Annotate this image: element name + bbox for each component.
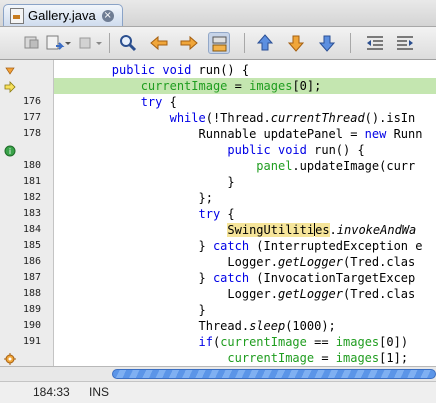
line-number: 191	[22, 336, 41, 347]
gutter-line[interactable]: 184	[0, 222, 53, 238]
code-line[interactable]: try {	[54, 206, 436, 222]
chevron-down-icon[interactable]	[63, 32, 73, 54]
code-line[interactable]: try {	[54, 94, 436, 110]
line-number: 178	[22, 128, 41, 139]
toolbar-separator	[109, 33, 110, 53]
last-edit-icon[interactable]	[22, 32, 44, 54]
shift-left-icon[interactable]	[364, 32, 386, 54]
code-line[interactable]: Runnable updatePanel = new Runn	[54, 126, 436, 142]
gutter-line[interactable]: 187	[0, 270, 53, 286]
current-line[interactable]: currentImage = images[0];	[54, 78, 436, 94]
code-area[interactable]: public void run() { currentImage = image…	[54, 60, 436, 366]
chevron-down-icon[interactable]	[94, 32, 104, 54]
gutter-line[interactable]: 188	[0, 286, 53, 302]
toggle-bookmark-icon[interactable]	[316, 32, 338, 54]
line-number: 183	[22, 208, 41, 219]
gutter-line[interactable]: 176	[0, 94, 53, 110]
svg-text:i: i	[9, 147, 11, 156]
code-line[interactable]: Logger.getLogger(Tred.clas	[54, 254, 436, 270]
code-editor[interactable]: 176 177 178 i 180 181 182 183 184 185 186 187 188 189…	[0, 60, 436, 366]
java-file-icon	[10, 7, 24, 24]
code-line[interactable]: } catch (InvocationTargetExcep	[54, 270, 436, 286]
find-selection-icon[interactable]	[117, 32, 139, 54]
find-next-icon[interactable]	[178, 32, 200, 54]
code-line[interactable]: SwingUtilities.invokeAndWa	[54, 222, 436, 238]
code-line[interactable]: Thread.sleep(1000);	[54, 318, 436, 334]
horizontal-scrollbar[interactable]	[0, 366, 436, 381]
code-line[interactable]: } catch (InterruptedException e	[54, 238, 436, 254]
line-number: 187	[22, 272, 41, 283]
caret-position: 184:33	[33, 385, 70, 399]
insert-mode: INS	[89, 385, 110, 399]
scrollbar-thumb[interactable]	[112, 369, 436, 379]
breakpoint-icon[interactable]	[4, 352, 16, 365]
gutter-line[interactable]: 181	[0, 174, 53, 190]
line-number: 185	[22, 240, 41, 251]
line-number: 182	[22, 192, 41, 203]
line-number: 180	[22, 160, 41, 171]
find-previous-icon[interactable]	[148, 32, 170, 54]
code-line[interactable]: }	[54, 174, 436, 190]
gutter-line[interactable]: 183	[0, 206, 53, 222]
code-line[interactable]: public void run() {	[54, 142, 436, 158]
line-number: 188	[22, 288, 41, 299]
line-number: 176	[22, 96, 41, 107]
gutter-line[interactable]: 189	[0, 302, 53, 318]
code-line[interactable]: Logger.getLogger(Tred.clas	[54, 286, 436, 302]
code-line[interactable]: }	[54, 302, 436, 318]
next-bookmark-icon[interactable]	[285, 32, 307, 54]
toolbar-separator	[350, 33, 351, 53]
editor-toolbar	[0, 27, 436, 60]
code-line[interactable]: public void run() {	[54, 62, 436, 78]
current-line-arrow-icon[interactable]	[4, 80, 16, 93]
gutter-line[interactable]: 185	[0, 238, 53, 254]
fold-icon[interactable]	[4, 64, 16, 76]
gutter-line[interactable]: 182	[0, 190, 53, 206]
gutter-line[interactable]: 180	[0, 158, 53, 174]
code-line[interactable]: while(!Thread.currentThread().isIn	[54, 110, 436, 126]
gutter-line[interactable]	[0, 62, 53, 78]
line-number: 184	[22, 224, 41, 235]
status-bar: 184:33 INS	[0, 381, 436, 403]
gutter-line[interactable]: 186	[0, 254, 53, 270]
line-number: 189	[22, 304, 41, 315]
toolbar-separator	[244, 33, 245, 53]
gutter-line[interactable]: 190	[0, 318, 53, 334]
shift-right-icon[interactable]	[394, 32, 416, 54]
gutter-line[interactable]	[0, 350, 53, 366]
code-line[interactable]: currentImage = images[1];	[54, 350, 436, 366]
code-line[interactable]: };	[54, 190, 436, 206]
gutter-line[interactable]: 177	[0, 110, 53, 126]
gutter-line[interactable]	[0, 78, 53, 94]
editor-tab-bar: Gallery.java ×	[0, 0, 436, 27]
line-number-gutter[interactable]: 176 177 178 i 180 181 182 183 184 185 186 187 188 189…	[0, 60, 54, 366]
line-number: 177	[22, 112, 41, 123]
line-number: 190	[22, 320, 41, 331]
gutter-line[interactable]: 191	[0, 334, 53, 350]
implements-icon[interactable]: i	[4, 144, 16, 157]
code-line[interactable]: panel.updateImage(curr	[54, 158, 436, 174]
tab-gallery-java[interactable]: Gallery.java ×	[3, 4, 123, 26]
gutter-line[interactable]: 178	[0, 126, 53, 142]
toggle-highlight-icon[interactable]	[208, 32, 230, 54]
line-number: 181	[22, 176, 41, 187]
close-icon[interactable]: ×	[101, 9, 114, 22]
gutter-line[interactable]: i	[0, 142, 53, 158]
code-line[interactable]: if(currentImage == images[0])	[54, 334, 436, 350]
previous-bookmark-icon[interactable]	[254, 32, 276, 54]
line-number: 186	[22, 256, 41, 267]
tab-title: Gallery.java	[28, 8, 96, 23]
